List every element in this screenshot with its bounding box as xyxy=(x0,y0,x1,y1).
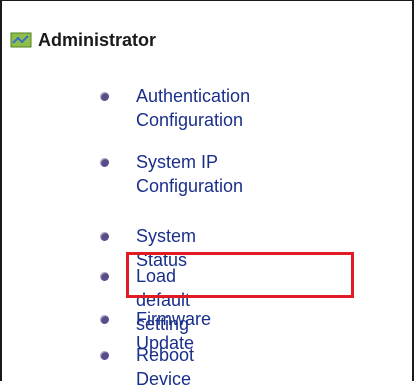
bullet-icon xyxy=(100,351,109,360)
menu-item-label[interactable]: Authentication Configuration xyxy=(136,84,316,132)
menu-item-reboot-device[interactable]: Reboot Device xyxy=(100,343,194,391)
bullet-icon xyxy=(100,272,109,281)
menu-item-authentication[interactable]: Authentication Configuration xyxy=(100,84,316,132)
admin-icon xyxy=(10,32,32,48)
bullet-icon xyxy=(100,92,109,101)
section-title: Administrator xyxy=(38,29,157,50)
bullet-icon xyxy=(100,232,109,241)
menu-item-label[interactable]: Reboot Device xyxy=(136,343,194,391)
menu-item-system-ip[interactable]: System IP Configuration xyxy=(100,150,276,198)
bullet-icon xyxy=(100,315,109,324)
section-header: Administrator xyxy=(10,28,156,52)
highlight-box xyxy=(126,252,354,298)
menu-item-label[interactable]: System IP Configuration xyxy=(136,150,276,198)
bullet-icon xyxy=(100,158,109,167)
